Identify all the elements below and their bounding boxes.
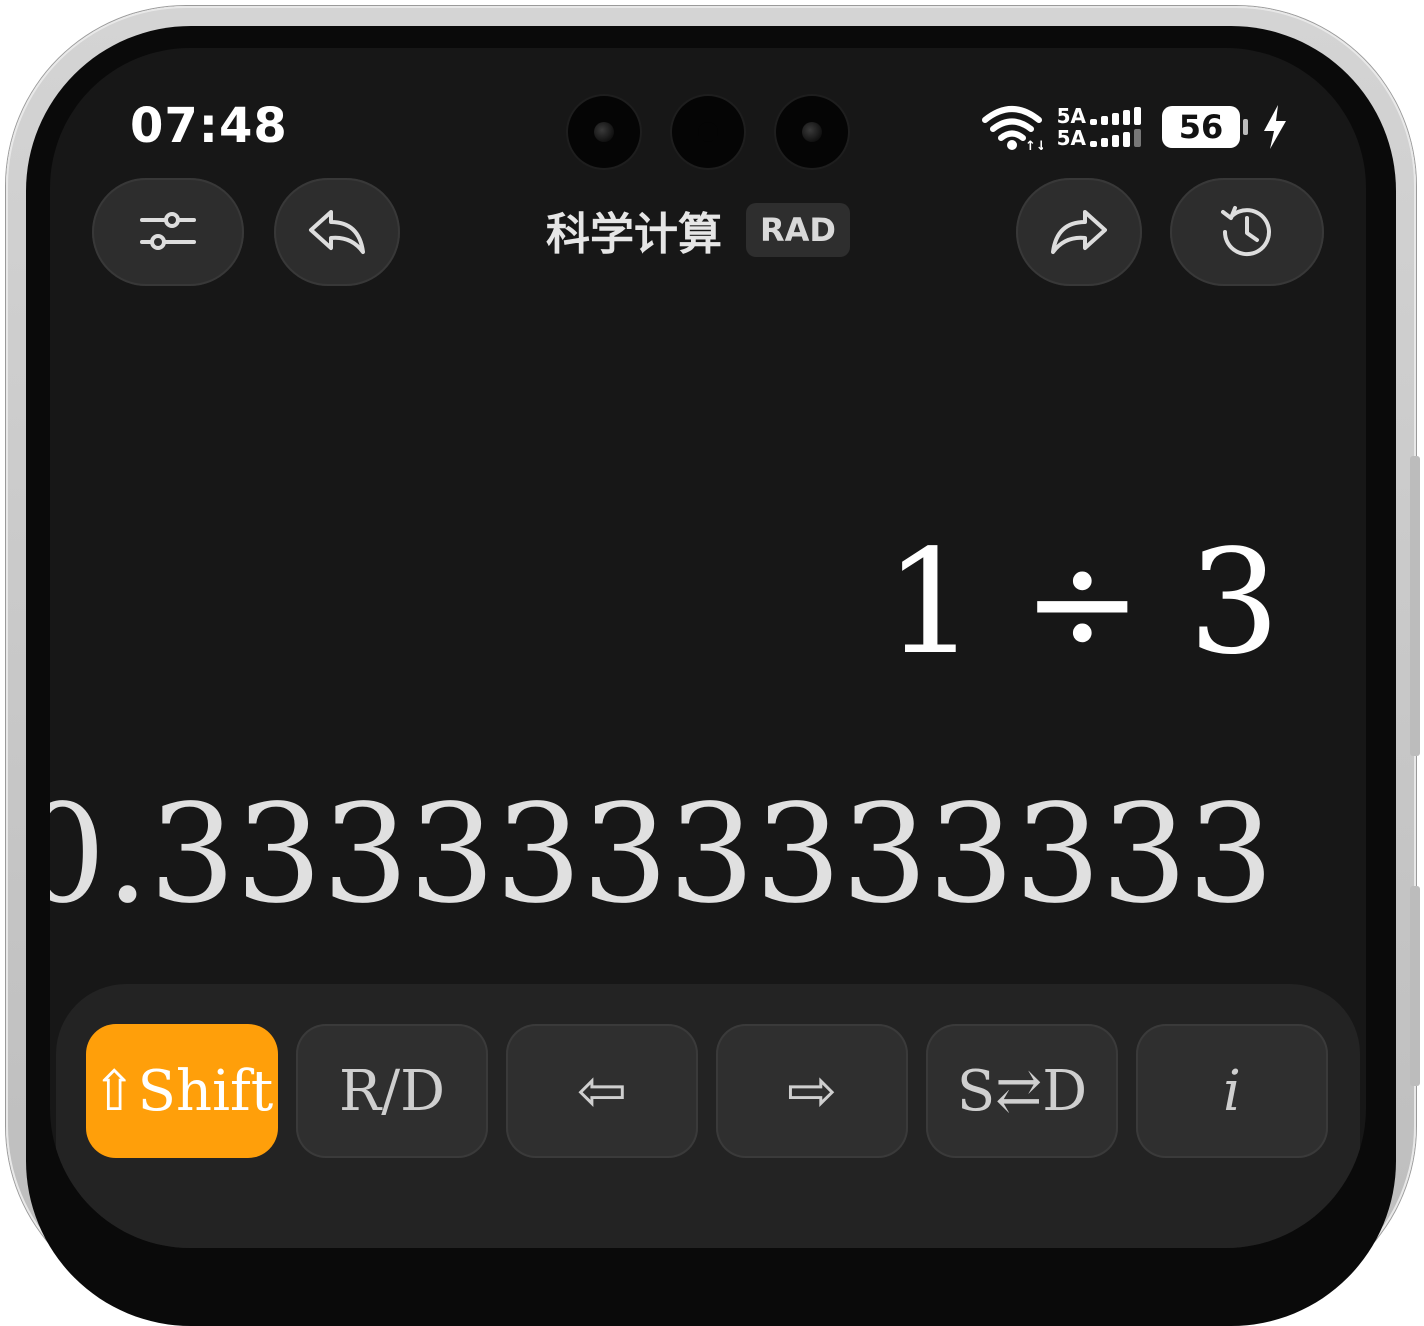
camera-center bbox=[672, 96, 744, 168]
redo-icon bbox=[1051, 210, 1107, 254]
header-title-group: 科学计算 RAD bbox=[546, 198, 850, 262]
expression-display[interactable]: 1 ÷ 3 bbox=[885, 518, 1280, 686]
signal-bars-icon bbox=[1090, 129, 1141, 147]
cellular-signal: 5A 5A bbox=[1057, 106, 1148, 148]
cursor-right-key[interactable]: ⇨ bbox=[716, 1024, 908, 1158]
camera-right bbox=[776, 96, 848, 168]
cursor-left-key[interactable]: ⇦ bbox=[506, 1024, 698, 1158]
status-time: 07:48 bbox=[130, 98, 288, 154]
history-button[interactable] bbox=[1170, 178, 1324, 286]
camera-left bbox=[568, 96, 640, 168]
wifi-icon: ↑↓ bbox=[981, 106, 1043, 150]
redo-button[interactable] bbox=[1016, 178, 1142, 286]
undo-button[interactable] bbox=[274, 178, 400, 286]
network-type-2: 5A bbox=[1056, 126, 1086, 150]
app-screen: 07:48 ↑↓ 5A 5A 56 科学计算 RAD 1 ÷ 3 0.33333… bbox=[50, 48, 1366, 1248]
imaginary-unit-key[interactable]: i bbox=[1136, 1024, 1328, 1158]
shift-key[interactable]: ⇧Shift bbox=[86, 1024, 278, 1158]
network-type-1: 5A bbox=[1056, 104, 1086, 128]
settings-button[interactable] bbox=[92, 178, 244, 286]
page-title: 科学计算 bbox=[546, 209, 722, 260]
fraction-decimal-toggle-key[interactable]: S⇄D bbox=[926, 1024, 1118, 1158]
history-icon bbox=[1221, 206, 1271, 257]
battery-icon: 56 bbox=[1162, 106, 1240, 148]
rad-deg-key[interactable]: R/D bbox=[296, 1024, 488, 1158]
keypad: ⇧Shift R/D ⇦ ⇨ S⇄D i bbox=[56, 984, 1360, 1248]
angle-mode-badge[interactable]: RAD bbox=[746, 203, 850, 257]
sliders-icon bbox=[140, 212, 196, 250]
result-display[interactable]: 0.3333333333333 bbox=[50, 776, 1274, 934]
undo-icon bbox=[309, 210, 365, 254]
battery-level: 56 bbox=[1178, 108, 1224, 146]
charging-bolt-icon bbox=[1264, 105, 1286, 149]
volume-button bbox=[1410, 886, 1420, 1086]
svg-text:↑↓: ↑↓ bbox=[1025, 139, 1043, 150]
status-icons: ↑↓ 5A 5A 56 bbox=[981, 104, 1288, 150]
power-button bbox=[1410, 456, 1420, 756]
signal-bars-icon bbox=[1090, 107, 1141, 125]
